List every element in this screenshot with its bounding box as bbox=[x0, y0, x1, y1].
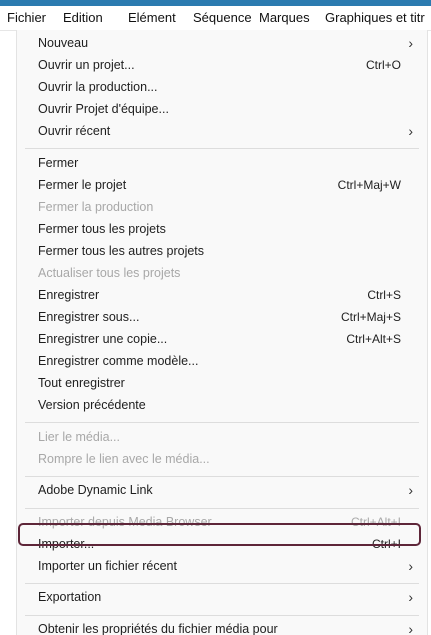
menu-item-exportation[interactable]: Exportation › bbox=[17, 587, 427, 609]
menu-item-label: Fermer bbox=[38, 156, 79, 170]
menu-separator bbox=[25, 476, 419, 477]
menu-item-ouvrir-projet-equipe[interactable]: Ouvrir Projet d'équipe... bbox=[17, 99, 427, 121]
menu-item-ouvrir-recent[interactable]: Ouvrir récent › bbox=[17, 121, 427, 143]
menu-separator bbox=[25, 583, 419, 584]
menu-item-label: Actualiser tous les projets bbox=[38, 266, 181, 280]
app-window: Fichier Edition Elément Séquence Marques… bbox=[0, 0, 431, 635]
menu-item-fermer[interactable]: Fermer bbox=[17, 153, 427, 175]
menubar-element[interactable]: Elément bbox=[128, 10, 176, 25]
menu-item-label: Ouvrir Projet d'équipe... bbox=[38, 102, 169, 116]
menu-separator bbox=[25, 422, 419, 423]
menu-item-label: Exportation bbox=[38, 590, 102, 604]
menu-item-rompre-lien-media: Rompre le lien avec le média... bbox=[17, 449, 427, 471]
menu-item-label: Enregistrer sous... bbox=[38, 310, 140, 324]
menu-item-label: Fermer le projet bbox=[38, 178, 127, 192]
chevron-right-icon: › bbox=[408, 621, 413, 635]
menu-item-ouvrir-production[interactable]: Ouvrir la production... bbox=[17, 77, 427, 99]
menu-item-label: Importer un fichier récent bbox=[38, 559, 177, 573]
menu-item-ouvrir-projet[interactable]: Ouvrir un projet... Ctrl+O bbox=[17, 55, 427, 77]
menu-item-fermer-tous-projets[interactable]: Fermer tous les projets bbox=[17, 219, 427, 241]
menu-item-tout-enregistrer[interactable]: Tout enregistrer bbox=[17, 373, 427, 395]
menu-item-label: Rompre le lien avec le média... bbox=[38, 452, 210, 466]
menu-separator bbox=[25, 508, 419, 509]
chevron-right-icon: › bbox=[408, 558, 413, 574]
menu-item-version-precedente[interactable]: Version précédente bbox=[17, 395, 427, 417]
menu-item-lier-media: Lier le média... bbox=[17, 427, 427, 449]
menu-item-label: Adobe Dynamic Link bbox=[38, 483, 153, 497]
menu-item-shortcut: Ctrl+O bbox=[365, 58, 401, 72]
menubar-graphiques[interactable]: Graphiques et titr bbox=[325, 10, 425, 25]
menu-item-enregistrer-modele[interactable]: Enregistrer comme modèle... bbox=[17, 351, 427, 373]
menu-item-shortcut: Ctrl+Alt+S bbox=[346, 332, 401, 346]
menu-item-label: Fermer la production bbox=[38, 200, 154, 214]
menubar-edition[interactable]: Edition bbox=[63, 10, 103, 25]
menu-item-enregistrer-sous[interactable]: Enregistrer sous... Ctrl+Maj+S bbox=[17, 307, 427, 329]
menu-item-adobe-dynamic-link[interactable]: Adobe Dynamic Link › bbox=[17, 480, 427, 502]
menu-item-obtenir-proprietes[interactable]: Obtenir les propriétés du fichier média … bbox=[17, 619, 427, 635]
menu-item-shortcut: Ctrl+S bbox=[367, 288, 401, 302]
importer-highlight-outline bbox=[18, 523, 421, 546]
menu-item-shortcut: Ctrl+Maj+S bbox=[340, 310, 401, 324]
menu-item-fermer-projet[interactable]: Fermer le projet Ctrl+Maj+W bbox=[17, 175, 427, 197]
menu-item-label: Version précédente bbox=[38, 398, 146, 412]
menu-item-label: Obtenir les propriétés du fichier média … bbox=[38, 622, 278, 635]
menubar-marques[interactable]: Marques bbox=[259, 10, 310, 25]
menu-item-fermer-production: Fermer la production bbox=[17, 197, 427, 219]
menu-item-label: Enregistrer bbox=[38, 288, 100, 302]
menubar-fichier[interactable]: Fichier bbox=[7, 10, 46, 25]
chevron-right-icon: › bbox=[408, 123, 413, 139]
menu-separator bbox=[25, 615, 419, 616]
chevron-right-icon: › bbox=[408, 589, 413, 605]
menu-item-label: Fermer tous les projets bbox=[38, 222, 166, 236]
menu-item-label: Ouvrir un projet... bbox=[38, 58, 135, 72]
menu-bar: Fichier Edition Elément Séquence Marques… bbox=[0, 6, 431, 31]
menu-item-enregistrer[interactable]: Enregistrer Ctrl+S bbox=[17, 285, 427, 307]
menu-item-label: Tout enregistrer bbox=[38, 376, 125, 390]
menu-item-label: Fermer tous les autres projets bbox=[38, 244, 205, 258]
menubar-sequence[interactable]: Séquence bbox=[193, 10, 252, 25]
menu-item-actualiser-projets: Actualiser tous les projets bbox=[17, 263, 427, 285]
chevron-right-icon: › bbox=[408, 35, 413, 51]
chevron-right-icon: › bbox=[408, 482, 413, 498]
menu-item-label: Ouvrir récent bbox=[38, 124, 111, 138]
menu-item-label: Nouveau bbox=[38, 36, 89, 50]
menu-item-shortcut: Ctrl+Maj+W bbox=[337, 178, 401, 192]
menu-item-label: Ouvrir la production... bbox=[38, 80, 158, 94]
menu-item-importer-fichier-recent[interactable]: Importer un fichier récent › bbox=[17, 556, 427, 578]
menu-item-label: Enregistrer comme modèle... bbox=[38, 354, 199, 368]
menu-item-label: Enregistrer une copie... bbox=[38, 332, 168, 346]
menu-item-enregistrer-copie[interactable]: Enregistrer une copie... Ctrl+Alt+S bbox=[17, 329, 427, 351]
menu-item-nouveau[interactable]: Nouveau › bbox=[17, 33, 427, 55]
menu-item-label: Lier le média... bbox=[38, 430, 120, 444]
menu-item-fermer-autres-projets[interactable]: Fermer tous les autres projets bbox=[17, 241, 427, 263]
menu-separator bbox=[25, 148, 419, 149]
